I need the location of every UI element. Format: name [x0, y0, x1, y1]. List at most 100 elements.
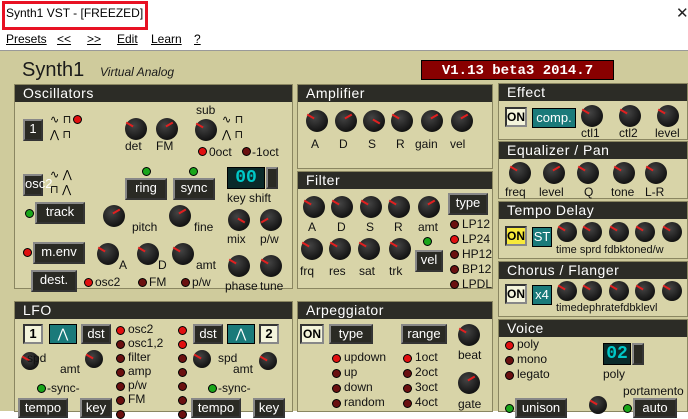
voice-poly-led[interactable]	[505, 341, 514, 350]
arp-down-led[interactable]	[332, 384, 341, 393]
poly-spinner[interactable]	[632, 343, 644, 365]
ring-button[interactable]: ring	[125, 178, 167, 200]
lfo2-amt-knob[interactable]	[259, 352, 277, 370]
effect-on-button[interactable]: ON	[505, 107, 527, 127]
delay-on-button[interactable]: ON	[505, 226, 527, 246]
voice-legato-led[interactable]	[505, 371, 514, 380]
lfo2-wave-icon[interactable]: ⋀	[227, 324, 255, 344]
lfo2-key-button[interactable]: key	[253, 398, 285, 418]
eq-q-knob[interactable]	[577, 162, 599, 184]
det-knob[interactable]	[125, 118, 147, 140]
pitch-knob[interactable]	[103, 205, 125, 227]
amp-d-knob[interactable]	[335, 110, 357, 132]
lfo2-tempo-button[interactable]: tempo	[191, 398, 241, 418]
lfo1-sync-led[interactable]	[37, 384, 46, 393]
filter-d-knob[interactable]	[331, 196, 353, 218]
arp-updown-led[interactable]	[332, 354, 341, 363]
sub-wave-icon[interactable]: ∿ ⊓	[222, 113, 243, 126]
track-button[interactable]: track	[35, 202, 85, 224]
key-shift-display[interactable]: 00	[227, 167, 265, 189]
fine-knob[interactable]	[169, 205, 191, 227]
lfo2-sync-led[interactable]	[208, 384, 217, 393]
lfo1-wave-icon[interactable]: ⋀	[49, 324, 77, 344]
osc1-button[interactable]: 1	[23, 119, 43, 141]
delay-sprd-knob[interactable]	[582, 222, 602, 242]
filter-type-button[interactable]: type	[448, 193, 488, 215]
sat-knob[interactable]	[358, 238, 380, 260]
voice-mono-led[interactable]	[505, 356, 514, 365]
menv-button[interactable]: m.env	[33, 242, 85, 264]
sub-wave2-icon[interactable]: ⋀ ⊓	[222, 128, 243, 141]
phase-knob[interactable]	[228, 255, 250, 277]
sync-button[interactable]: sync	[173, 178, 215, 200]
menv-a-knob[interactable]	[97, 243, 119, 265]
lfo1-dst-button[interactable]: dst	[81, 324, 111, 344]
lfo2-osc12-led[interactable]	[178, 340, 187, 349]
lfo1-key-button[interactable]: key	[80, 398, 112, 418]
effect-level-knob[interactable]	[657, 105, 679, 127]
arp-1oct-led[interactable]	[403, 354, 412, 363]
filter-vel-led[interactable]	[423, 237, 432, 246]
lp12-led[interactable]	[450, 220, 459, 229]
res-knob[interactable]	[329, 238, 351, 260]
amp-s-knob[interactable]	[363, 110, 385, 132]
lfo1-amt-knob[interactable]	[85, 350, 103, 368]
osc2-button[interactable]: osc2	[23, 174, 52, 196]
filter-amt-knob[interactable]	[418, 196, 440, 218]
arp-up-led[interactable]	[332, 369, 341, 378]
delay-fdbk-knob[interactable]	[609, 222, 629, 242]
menu-help[interactable]: ?	[194, 32, 201, 46]
arp-4oct-led[interactable]	[403, 399, 412, 408]
ring-led[interactable]	[142, 167, 151, 176]
menv-d-knob[interactable]	[137, 243, 159, 265]
arp-gate-knob[interactable]	[458, 372, 480, 394]
lfo1-button[interactable]: 1	[23, 324, 43, 344]
sub-m1oct-led[interactable]	[242, 147, 251, 156]
portamento-knob[interactable]	[589, 396, 607, 414]
osc1-wave2-icon[interactable]: ⋀ ⊓	[50, 128, 71, 141]
ctl1-knob[interactable]	[581, 105, 603, 127]
filter-s-knob[interactable]	[360, 196, 382, 218]
sub-knob[interactable]	[195, 119, 217, 141]
lfo2-button[interactable]: 2	[259, 324, 279, 344]
eq-lr-knob[interactable]	[645, 162, 667, 184]
poly-display[interactable]: 02	[603, 343, 631, 365]
arp-on-button[interactable]: ON	[300, 324, 324, 344]
dest-osc2-led[interactable]	[84, 278, 93, 287]
eq-level-knob[interactable]	[543, 162, 565, 184]
hp12-led[interactable]	[450, 250, 459, 259]
bp12-led[interactable]	[450, 265, 459, 274]
amp-a-knob[interactable]	[306, 110, 328, 132]
delay-tone-knob[interactable]	[635, 222, 655, 242]
amp-r-knob[interactable]	[391, 110, 413, 132]
tune-knob[interactable]	[260, 255, 282, 277]
effect-mode-button[interactable]: comp.	[532, 108, 576, 128]
chorus-on-button[interactable]: ON	[505, 284, 527, 304]
ctl2-knob[interactable]	[619, 105, 641, 127]
chorus-time-knob[interactable]	[557, 281, 577, 301]
lfo-osc2-led[interactable]	[116, 326, 125, 335]
trk-knob[interactable]	[389, 238, 411, 260]
key-shift-spinner[interactable]	[266, 167, 278, 189]
dest-button[interactable]: dest.	[31, 270, 77, 292]
arp-random-led[interactable]	[332, 399, 341, 408]
lfo-amp-led[interactable]	[116, 368, 125, 377]
delay-mode-button[interactable]: ST	[532, 227, 552, 247]
eq-tone-knob[interactable]	[613, 162, 635, 184]
lfo2-pw-led[interactable]	[178, 382, 187, 391]
menu-prev[interactable]: <<	[57, 32, 71, 46]
osc1-led[interactable]	[73, 115, 82, 124]
menu-learn[interactable]: Learn	[151, 32, 182, 46]
delay-dw-knob[interactable]	[662, 222, 682, 242]
lfo-pan-led[interactable]	[116, 410, 125, 419]
filter-r-knob[interactable]	[388, 196, 410, 218]
filter-vel-button[interactable]: vel	[415, 250, 443, 272]
lfo1-tempo-button[interactable]: tempo	[18, 398, 68, 418]
track-led[interactable]	[25, 209, 34, 218]
lfo-fm-led[interactable]	[116, 396, 125, 405]
arp-beat-knob[interactable]	[458, 324, 480, 346]
lfo2-dst-button[interactable]: dst	[193, 324, 223, 344]
menv-amt-knob[interactable]	[172, 243, 194, 265]
lfo2-osc2-led[interactable]	[178, 326, 187, 335]
menu-edit[interactable]: Edit	[117, 32, 138, 46]
